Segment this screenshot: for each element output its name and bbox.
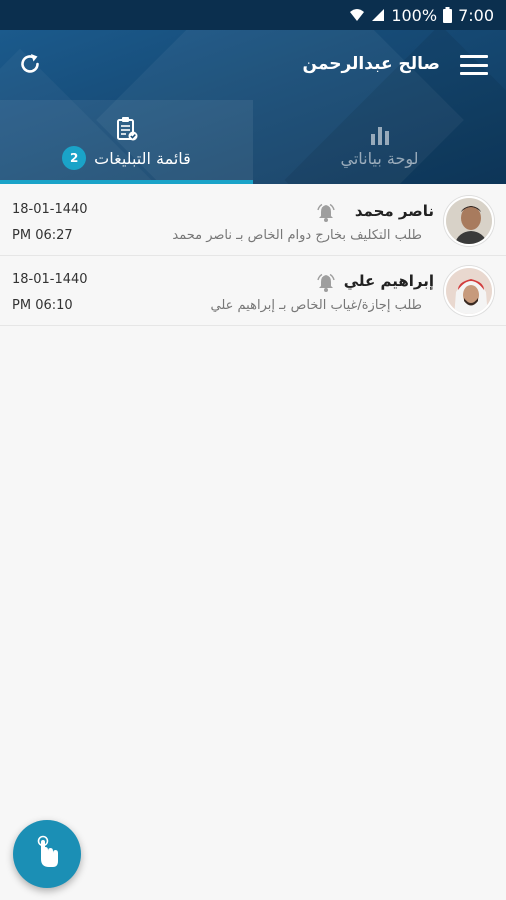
notifications-list: ناصر محمد طلب التكليف بخارج دوام الخاص ب…: [0, 186, 506, 326]
toolbar: صالح عبدالرحمن: [0, 30, 506, 100]
employee-name: إبراهيم علي: [343, 272, 434, 290]
request-description: طلب إجازة/غياب الخاص بـ إبراهيم علي: [210, 298, 423, 313]
battery-icon: [443, 7, 453, 23]
request-date: 18-01-1440: [12, 202, 88, 217]
tab-bar: 2 قائمة التبليغات لوحة بياناتي: [0, 100, 506, 184]
tab-label: قائمة التبليغات: [94, 148, 191, 168]
page-title: صالح عبدالرحمن: [302, 54, 440, 74]
tab-label: لوحة بياناتي: [340, 148, 419, 168]
status-bar: 100% 7:00: [0, 0, 506, 30]
bar-chart-icon: [369, 117, 391, 145]
bell-icon: [316, 203, 336, 223]
signal-icon: [371, 8, 385, 22]
app-header: صالح عبدالرحمن 2 قائمة التبليغات لوحة بي…: [0, 30, 506, 184]
avatar: [444, 196, 494, 246]
menu-button[interactable]: [460, 52, 488, 78]
employee-name: ناصر محمد: [354, 202, 434, 220]
touch-hand-icon: [32, 835, 62, 873]
fingerprint-touch-button[interactable]: [13, 820, 81, 888]
tab-notifications-list[interactable]: 2 قائمة التبليغات: [0, 100, 253, 184]
request-time: PM 06:10: [12, 298, 73, 313]
list-item[interactable]: ناصر محمد طلب التكليف بخارج دوام الخاص ب…: [0, 186, 506, 256]
request-description: طلب التكليف بخارج دوام الخاص بـ ناصر محم…: [172, 228, 422, 243]
list-item[interactable]: إبراهيم علي طلب إجازة/غياب الخاص بـ إبرا…: [0, 256, 506, 326]
battery-level: 100%: [391, 5, 438, 25]
active-tab-indicator: [0, 180, 253, 184]
refresh-icon: [18, 52, 42, 80]
menu-icon: [460, 55, 488, 58]
request-time: PM 06:27: [12, 228, 73, 243]
wifi-icon: [349, 8, 365, 22]
clipboard-check-icon: [116, 114, 138, 142]
avatar: [444, 266, 494, 316]
bell-icon: [316, 273, 336, 293]
clock: 7:00: [458, 5, 494, 25]
refresh-button[interactable]: [14, 50, 46, 82]
request-date: 18-01-1440: [12, 272, 88, 287]
notification-count-badge: 2: [62, 146, 87, 170]
tab-my-dashboard[interactable]: لوحة بياناتي: [253, 100, 506, 184]
